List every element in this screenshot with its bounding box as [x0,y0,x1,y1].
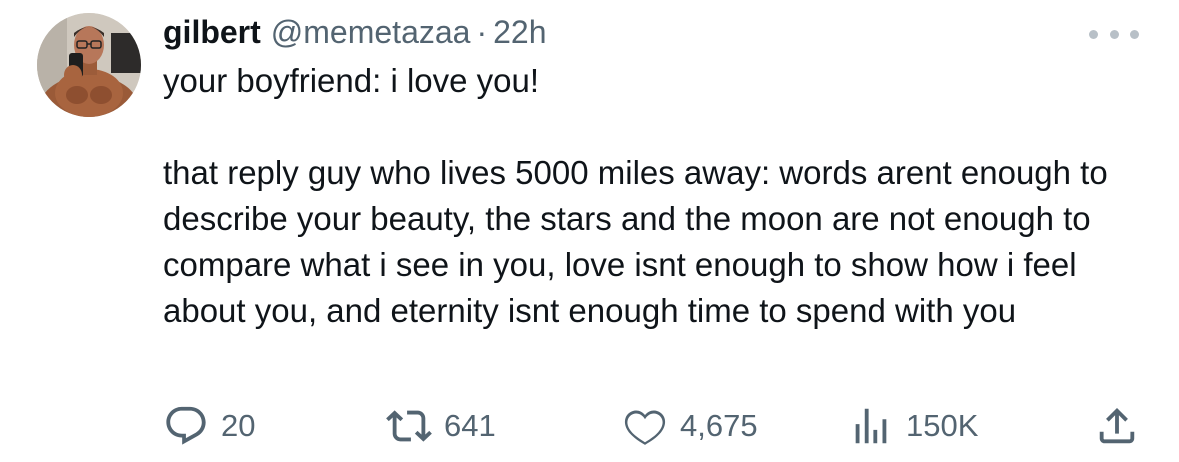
heart-icon [622,403,668,449]
tweet-text: your boyfriend: i love you! that reply g… [163,58,1123,334]
views-button[interactable]: 150K [848,398,978,454]
reply-icon [163,403,209,449]
repost-icon [386,403,432,449]
display-name[interactable]: gilbert [163,10,261,54]
like-button[interactable]: 4,675 [622,398,758,454]
reply-count: 20 [221,408,256,443]
views-bar-icon [848,403,894,449]
user-handle[interactable]: @memetazaa [271,10,471,54]
like-count: 4,675 [680,408,758,443]
more-dots-icon[interactable] [1089,24,1139,44]
avatar[interactable] [37,13,141,117]
tweet-header: gilbert @memetazaa · 22h [163,10,547,54]
reply-button[interactable]: 20 [163,398,255,454]
share-button[interactable] [1094,398,1140,454]
timestamp[interactable]: 22h [493,10,546,54]
tweet-card[interactable]: gilbert @memetazaa · 22h your boyfriend:… [0,0,1179,462]
tweet-text-line1: your boyfriend: i love you! [163,62,540,99]
repost-count: 641 [444,408,496,443]
share-icon [1094,403,1140,449]
repost-button[interactable]: 641 [386,398,496,454]
views-count: 150K [906,408,979,443]
tweet-actions: 20 641 4,675 150K [0,398,1179,454]
tweet-text-line2: that reply guy who lives 5000 miles away… [163,154,1108,329]
header-separator: · [476,14,488,50]
